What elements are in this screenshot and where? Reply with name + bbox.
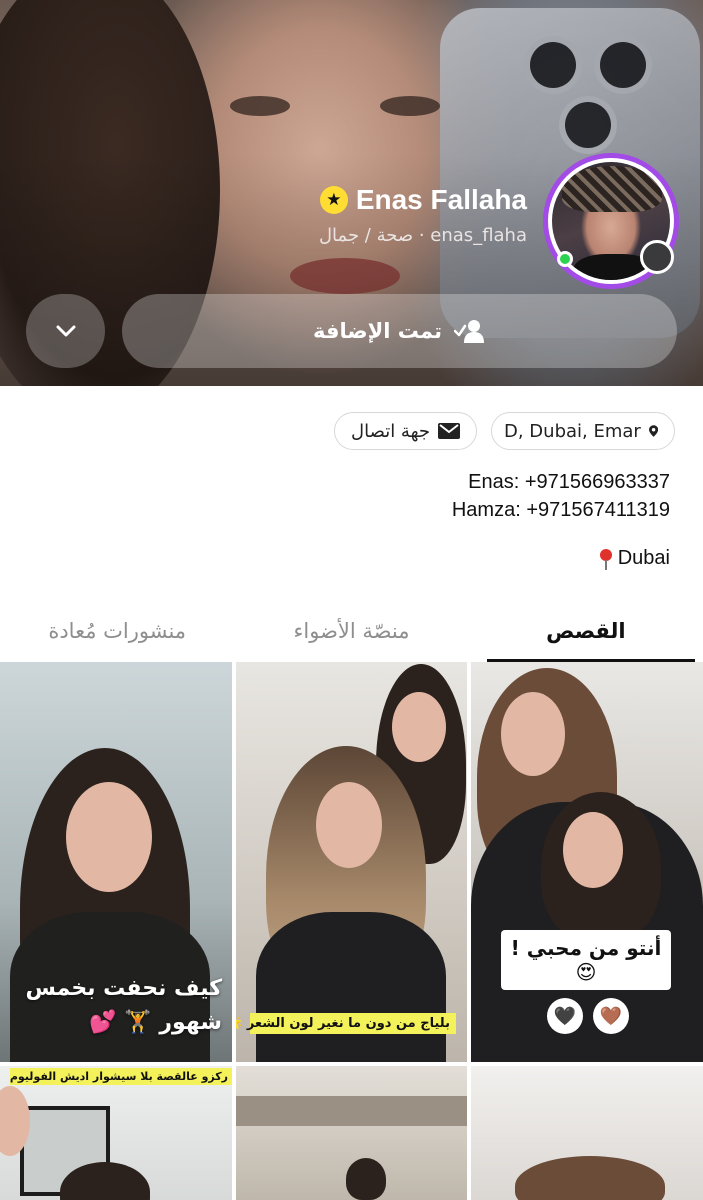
story-tile[interactable] <box>236 1066 467 1200</box>
star-icon: ★ <box>319 186 348 214</box>
user-check-icon <box>454 320 485 343</box>
profile-tabs: القصص منصّة الأضواء منشورات مُعادة <box>0 600 703 662</box>
story-tile[interactable]: ركزو عالقصة بلا سيشوار اديش الفوليوم فيه… <box>0 1066 232 1200</box>
name-row: ★ Enas Fallaha <box>319 184 527 216</box>
story-caption: بلياج من دون ما نغير لون الشعر 🌟💕 <box>236 1013 456 1034</box>
bio-contacts: Enas: +971566963337 Hamza: +971567411319 <box>452 468 670 524</box>
location-chip[interactable]: D, Dubai, Emar <box>491 412 675 450</box>
location-chip-text: D, Dubai, Emar <box>504 420 641 442</box>
chevron-down-icon <box>56 325 75 337</box>
tab-reposts[interactable]: منشورات مُعادة <box>0 600 234 662</box>
more-options-button[interactable] <box>26 294 105 368</box>
username-category: enas_flaha · صحة / جمال <box>318 225 527 246</box>
story-caption: أنتو من محبي ! 😍 <box>501 930 671 990</box>
story-caption: ركزو عالقصة بلا سيشوار اديش الفوليوم فيه… <box>10 1068 232 1085</box>
added-label: تمت الإضافة <box>313 319 443 343</box>
bio-city: Dubai <box>598 547 670 570</box>
mail-icon <box>438 423 460 439</box>
location-pin-icon <box>648 425 658 437</box>
contact-chip[interactable]: جهة اتصال <box>334 412 477 450</box>
info-chips: D, Dubai, Emar جهة اتصال <box>334 412 675 450</box>
city-text: Dubai <box>617 547 670 569</box>
story-tile[interactable] <box>471 1066 703 1200</box>
bio-line: Enas: +971566963337 <box>468 471 670 493</box>
story-tile[interactable]: بلياج من دون ما نغير لون الشعر 🌟💕 <box>236 662 467 1062</box>
tab-spotlight[interactable]: منصّة الأضواء <box>234 600 468 662</box>
story-tile[interactable]: أنتو من محبي ! 😍 🖤 🤎 <box>471 662 703 1062</box>
heart-sticker: 🤎 <box>593 998 629 1034</box>
heart-sticker: 🖤 <box>547 998 583 1034</box>
avatar-badge <box>640 240 674 274</box>
story-tile[interactable]: كيف نحفت بخمس شهور 🏋️ 💕 <box>0 662 232 1062</box>
added-friend-button[interactable]: تمت الإضافة <box>122 294 677 368</box>
online-status-dot <box>557 251 573 267</box>
contact-chip-text: جهة اتصال <box>351 420 430 442</box>
story-caption: كيف نحفت بخمس شهور 🏋️ 💕 <box>25 976 223 1035</box>
stories-grid: كيف نحفت بخمس شهور 🏋️ 💕 بلياج من دون ما … <box>0 662 703 1200</box>
bio-line: Hamza: +971567411319 <box>451 499 670 521</box>
display-name: Enas Fallaha <box>355 184 527 215</box>
tab-stories[interactable]: القصص <box>469 600 703 662</box>
red-pin-icon <box>599 548 612 570</box>
